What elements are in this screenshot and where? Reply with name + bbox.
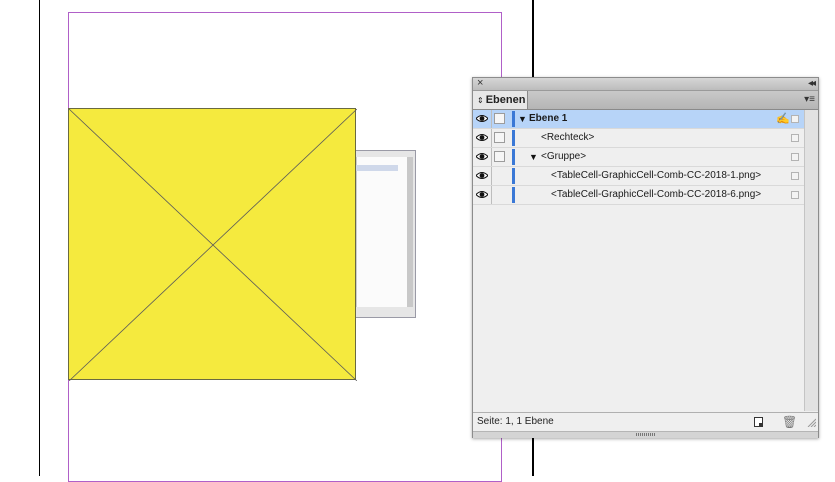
selection-square[interactable] [791, 115, 799, 123]
layer-status-text: Seite: 1, 1 Ebene [477, 416, 554, 427]
layer-color-swatch [512, 168, 515, 184]
panel-titlebar[interactable]: × ◂◂ [473, 77, 818, 91]
panel-tab-bar: ⇕ Ebenen ▾≡ [473, 91, 818, 110]
layers-panel[interactable]: × ◂◂ ⇕Ebenen ▾≡ ▼ Ebene 1 ✍ <Rechteck> [472, 77, 819, 438]
layer-row-graphic-1[interactable]: <TableCell-GraphicCell-Comb-CC-2018-1.pn… [473, 167, 804, 186]
layer-color-swatch [512, 187, 515, 203]
eye-icon [476, 153, 488, 160]
eye-icon [476, 172, 488, 179]
trash-icon[interactable]: 🗑 [782, 415, 797, 429]
layer-label[interactable]: <Gruppe> [541, 150, 586, 164]
visibility-toggle[interactable] [473, 110, 492, 128]
tab-updown-icon: ⇕ [477, 96, 484, 105]
pen-target-icon[interactable]: ✍ [776, 112, 790, 126]
layer-label[interactable]: <TableCell-GraphicCell-Comb-CC-2018-6.pn… [551, 188, 761, 202]
expand-triangle-icon[interactable]: ▼ [529, 152, 538, 162]
layer-color-swatch [512, 130, 515, 146]
panel-footer: Seite: 1, 1 Ebene 🗑 [473, 412, 818, 431]
rectangle-frame[interactable] [68, 108, 357, 381]
empty-frame-cross [69, 109, 357, 381]
visibility-toggle[interactable] [473, 129, 492, 147]
grip-dots [636, 433, 656, 436]
tab-label: Ebenen [485, 94, 526, 106]
layer-list-scrollbar[interactable] [804, 110, 818, 411]
panel-bottom-grip[interactable] [473, 431, 818, 438]
thumbnail-scrollbar [407, 157, 413, 307]
layer-label[interactable]: <TableCell-GraphicCell-Comb-CC-2018-1.pn… [551, 169, 761, 183]
lock-toggle[interactable] [494, 113, 505, 124]
layer-color-swatch [512, 149, 515, 165]
collapse-icon[interactable]: ◂◂ [808, 77, 816, 90]
thumbnail-panel-content [356, 157, 407, 307]
layer-row-gruppe[interactable]: ▼ <Gruppe> [473, 148, 804, 167]
close-icon[interactable]: × [477, 77, 483, 90]
eye-icon [476, 134, 488, 141]
layer-row-rechteck[interactable]: <Rechteck> [473, 129, 804, 148]
selection-square[interactable] [791, 134, 799, 142]
thumbnail-selected-row [356, 165, 398, 171]
tab-ebenen[interactable]: ⇕ Ebenen [473, 91, 528, 109]
layer-label[interactable]: Ebene 1 [529, 112, 567, 126]
visibility-toggle[interactable] [473, 186, 492, 204]
pasteboard-edge [39, 0, 40, 476]
visibility-toggle[interactable] [473, 167, 492, 185]
expand-triangle-icon[interactable]: ▼ [518, 114, 527, 124]
selection-square[interactable] [791, 191, 799, 199]
lock-toggle[interactable] [494, 151, 505, 162]
eye-icon [476, 115, 488, 122]
selection-square[interactable] [791, 172, 799, 180]
eye-icon [476, 191, 488, 198]
new-layer-icon[interactable] [754, 417, 763, 427]
lock-toggle[interactable] [494, 132, 505, 143]
layer-list[interactable]: ▼ Ebene 1 ✍ <Rechteck> ▼ <Gruppe> <Table… [473, 110, 804, 411]
panel-menu-icon[interactable]: ▾≡ [804, 92, 815, 108]
layer-row-graphic-6[interactable]: <TableCell-GraphicCell-Comb-CC-2018-6.pn… [473, 186, 804, 205]
layer-color-swatch [512, 111, 515, 127]
selection-square[interactable] [791, 153, 799, 161]
layer-label[interactable]: <Rechteck> [541, 131, 594, 145]
layer-row-ebene-1[interactable]: ▼ Ebene 1 ✍ [473, 110, 804, 129]
resize-grip-icon[interactable] [806, 417, 816, 427]
visibility-toggle[interactable] [473, 148, 492, 166]
